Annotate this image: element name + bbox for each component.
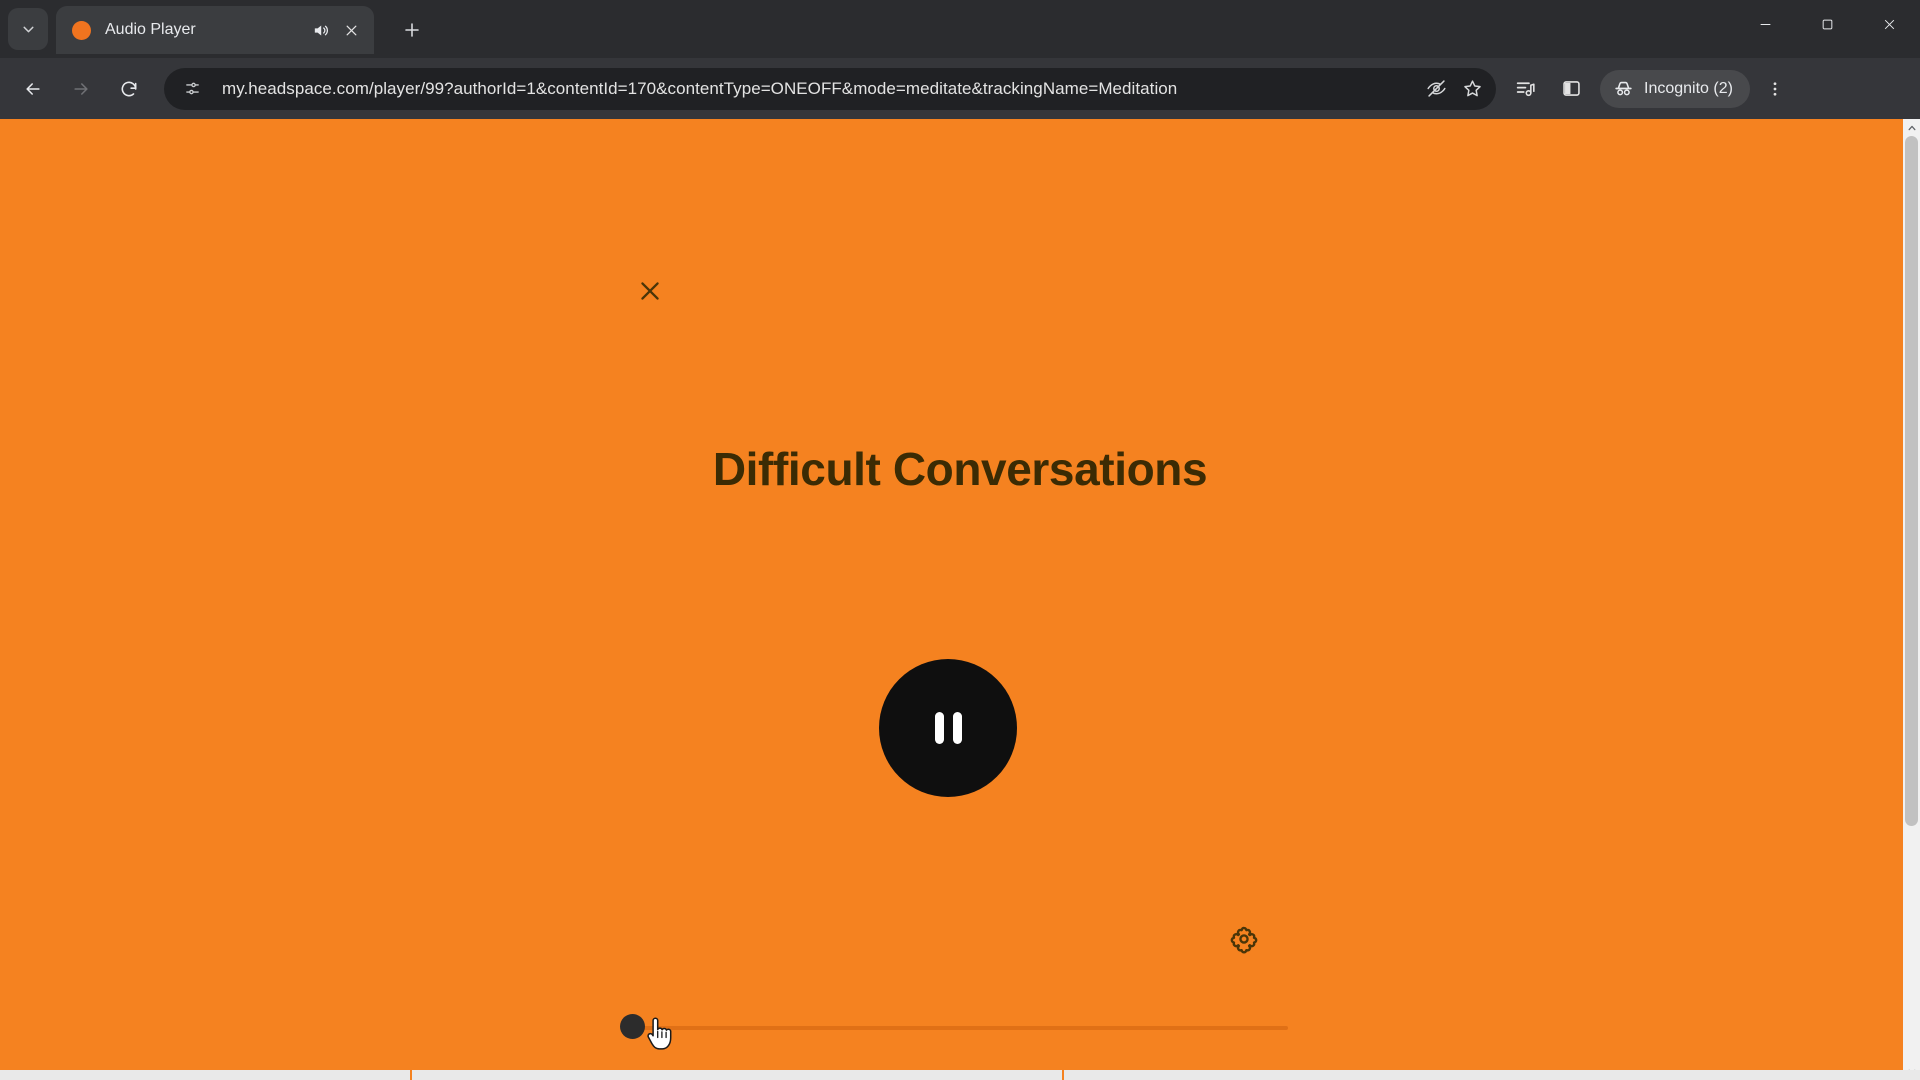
- playlist-icon: [1516, 82, 1535, 97]
- window-maximize-button[interactable]: [1796, 0, 1858, 48]
- tab-audio-indicator[interactable]: [308, 18, 332, 42]
- background-arc-orange: [0, 119, 1920, 1080]
- toolbar-actions: Incognito (2): [1502, 69, 1802, 109]
- browser-toolbar: my.headspace.com/player/99?authorId=1&co…: [0, 58, 1920, 119]
- back-button[interactable]: [14, 70, 52, 108]
- browser-chrome: Audio Player my.headspace.com/player/99?…: [0, 0, 1920, 119]
- window-close-button[interactable]: [1858, 0, 1920, 48]
- star-icon: [1463, 80, 1481, 97]
- minimize-icon: [1760, 23, 1770, 25]
- taskbar-segment-mid: [412, 1070, 1062, 1080]
- gear-icon: [1230, 926, 1258, 954]
- taskbar-segment-left: [0, 1070, 410, 1080]
- scrollbar-up-arrow[interactable]: [1903, 119, 1920, 136]
- player-title: Difficult Conversations: [712, 443, 1208, 495]
- incognito-label: Incognito (2): [1644, 79, 1733, 97]
- speaker-playing-icon: [314, 25, 328, 35]
- url-text: my.headspace.com/player/99?authorId=1&co…: [222, 78, 1178, 98]
- progress-track[interactable]: [632, 1026, 1288, 1030]
- new-tab-button[interactable]: [395, 13, 429, 47]
- close-icon: [641, 282, 659, 300]
- reload-button[interactable]: [110, 70, 148, 108]
- browser-window: Audio Player my.headspace.com/player/99?…: [0, 0, 1920, 1080]
- progress-slider[interactable]: [620, 1014, 1288, 1039]
- plus-icon: [405, 23, 419, 37]
- close-icon: [1884, 19, 1894, 29]
- tab-audio-player[interactable]: Audio Player: [56, 6, 374, 54]
- tab-favicon: [72, 20, 91, 40]
- forward-button: [62, 70, 100, 108]
- player-close-button[interactable]: [628, 269, 672, 313]
- page-viewport: Difficult Conversations 0:03 4:13: [0, 119, 1920, 1080]
- incognito-indicator[interactable]: Incognito (2): [1600, 69, 1750, 108]
- pause-bar-right: [952, 712, 962, 744]
- tracking-protection-button[interactable]: [1420, 73, 1452, 105]
- player-settings-button[interactable]: [1224, 919, 1264, 959]
- site-info-button[interactable]: [178, 75, 206, 103]
- taskbar-segment-right: [1064, 1070, 1920, 1080]
- progress-handle[interactable]: [620, 1014, 645, 1039]
- tab-strip: Audio Player: [0, 0, 1920, 58]
- scrollbar-thumb[interactable]: [1905, 136, 1918, 826]
- bookmark-button[interactable]: [1456, 73, 1488, 105]
- three-dot-menu-icon: [1773, 81, 1777, 96]
- chevron-down-icon: [22, 26, 34, 32]
- taskbar-edge-strip: [0, 1070, 1920, 1080]
- media-control-button[interactable]: [1505, 69, 1545, 109]
- incognito-hat-icon: [1615, 81, 1632, 96]
- address-bar[interactable]: my.headspace.com/player/99?authorId=1&co…: [164, 67, 1496, 110]
- tab-close-button[interactable]: [338, 17, 364, 43]
- browser-menu-button[interactable]: [1756, 69, 1794, 109]
- reload-icon: [121, 81, 137, 96]
- window-minimize-button[interactable]: [1734, 0, 1796, 48]
- eye-off-icon: [1426, 80, 1446, 97]
- close-icon: [346, 25, 356, 35]
- page-settings-icon: [185, 82, 199, 95]
- arrow-right-icon: [74, 82, 88, 95]
- tab-search-button[interactable]: [8, 8, 48, 50]
- chevron-up-icon: [1908, 125, 1915, 130]
- split-panel-icon: [1562, 81, 1580, 96]
- pause-icon: [934, 712, 962, 744]
- arrow-left-icon: [26, 82, 40, 95]
- tab-title: Audio Player: [105, 21, 196, 38]
- pause-bar-left: [934, 712, 944, 744]
- play-pause-button[interactable]: [879, 659, 1017, 797]
- window-controls: [1734, 0, 1920, 54]
- split-view-button[interactable]: [1551, 69, 1591, 109]
- maximize-icon: [1822, 19, 1832, 29]
- page-scrollbar[interactable]: [1903, 119, 1920, 1080]
